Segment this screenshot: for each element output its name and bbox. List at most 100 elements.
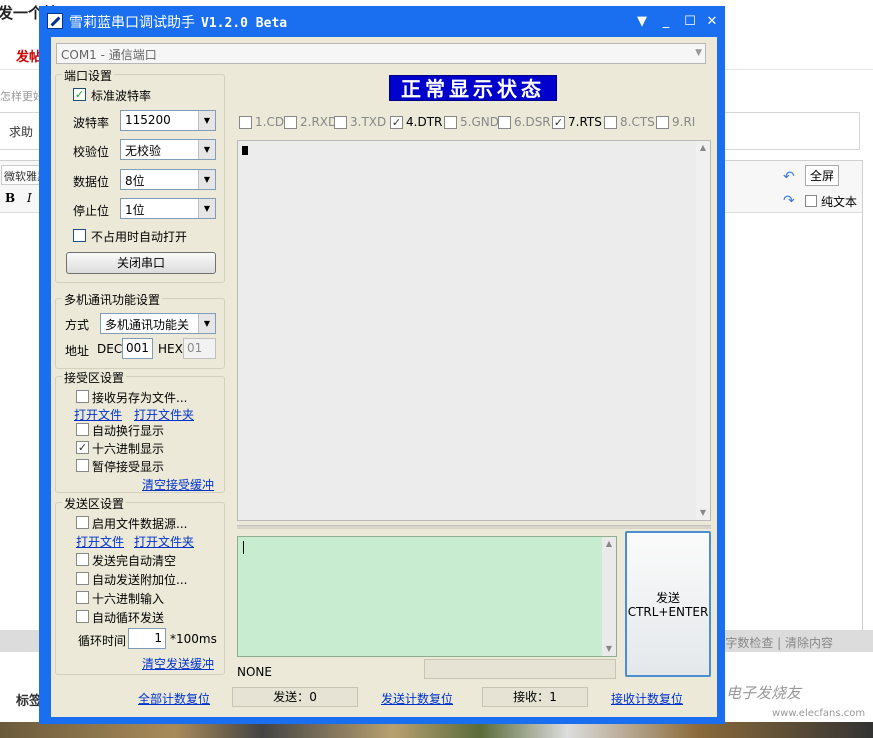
signal-rxd-checkbox[interactable] (284, 116, 297, 129)
data-bits-select[interactable]: 8位 ▼ (120, 169, 216, 190)
maximize-icon[interactable]: ☐ (681, 14, 699, 30)
auto-clear-checkbox[interactable] (76, 553, 89, 566)
signal-cts-checkbox[interactable] (604, 116, 617, 129)
redo-icon[interactable]: ↷ (783, 193, 795, 209)
send-open-file-link[interactable]: 打开文件 (76, 533, 124, 550)
recv-counter: 接收：1 (482, 687, 588, 707)
scroll-down-icon[interactable]: ▼ (602, 642, 616, 656)
open-folder-link[interactable]: 打开文件夹 (134, 406, 194, 423)
parity-select[interactable]: 无校验 ▼ (120, 139, 216, 160)
port-select[interactable]: COM1 - 通信端口 ▼ (56, 43, 706, 64)
mode-select[interactable]: 多机通讯功能关 ▼ (100, 313, 216, 334)
fullscreen-button[interactable]: 全屏 (805, 165, 840, 186)
signal-rts-label: 7.RTS (568, 115, 602, 129)
send-settings-group: 发送区设置 启用文件数据源... 打开文件 打开文件夹 发送完自动清空 自动发送… (55, 495, 225, 675)
receive-display-area[interactable]: ▲ ▼ (237, 140, 711, 521)
signal-cd-label: 1.CD (255, 115, 285, 129)
question-label: 求助 (9, 125, 34, 139)
signal-dtr-label: 4.DTR (406, 115, 443, 129)
cycle-time-input[interactable]: 1 (128, 628, 166, 649)
page-hint: 怎样更好 (0, 90, 44, 103)
text-caret (243, 541, 244, 554)
status-links[interactable]: 字数检查 | 清除内容 (725, 634, 833, 651)
append-bits-checkbox[interactable] (76, 572, 89, 585)
italic-button[interactable]: I (27, 191, 32, 205)
receive-scrollbar[interactable]: ▲ ▼ (696, 141, 710, 520)
title-bar[interactable]: 雪莉蓝串口调试助手 V1.2.0 Beta ▼ _ ☐ ✕ (39, 6, 725, 37)
file-source-checkbox[interactable] (76, 516, 89, 529)
auto-open-checkbox[interactable] (73, 229, 86, 242)
scroll-up-icon[interactable]: ▲ (696, 141, 710, 155)
append-bits-label: 自动发送附加位... (92, 573, 188, 587)
sent-counter-label: 发送： (273, 690, 310, 704)
pause-display-label: 暂停接受显示 (92, 460, 165, 474)
send-button-shortcut: CTRL+ENTER (627, 605, 709, 619)
scroll-down-icon[interactable]: ▼ (696, 506, 710, 520)
send-open-folder-link[interactable]: 打开文件夹 (134, 533, 194, 550)
menu-dropdown-icon[interactable]: ▼ (633, 14, 651, 30)
auto-clear-label: 发送完自动清空 (92, 554, 177, 568)
display-status-banner: 正常显示状态 (389, 75, 557, 101)
send-button[interactable]: 发送 CTRL+ENTER (625, 531, 711, 677)
chevron-down-icon: ▼ (198, 314, 215, 333)
bold-button[interactable]: B (5, 191, 15, 205)
signal-ri-checkbox[interactable] (656, 116, 669, 129)
auto-loop-label: 自动循环发送 (92, 611, 165, 625)
dec-address-input[interactable]: 001 (122, 338, 153, 359)
signal-rts-checkbox[interactable]: ✓ (552, 116, 565, 129)
auto-newline-label: 自动换行显示 (92, 424, 165, 438)
auto-loop-checkbox[interactable] (76, 610, 89, 623)
plain-text-checkbox[interactable] (805, 195, 817, 207)
stop-bits-value: 1位 (125, 203, 145, 217)
reset-recv-counter-link[interactable]: 接收计数复位 (611, 690, 683, 707)
reset-all-counters-link[interactable]: 全部计数复位 (138, 690, 210, 707)
recv-counter-value: 1 (549, 690, 557, 704)
clear-receive-link[interactable]: 清空接受缓冲 (142, 476, 214, 493)
hex-input-checkbox[interactable] (76, 591, 89, 604)
save-to-file-checkbox[interactable] (76, 390, 89, 403)
signal-dsr-label: 6.DSR (514, 115, 551, 129)
font-select[interactable]: 微软雅黑 (1, 165, 43, 185)
auto-newline-checkbox[interactable] (76, 423, 89, 436)
parity-value: 无校验 (125, 144, 162, 158)
signal-cd-checkbox[interactable] (239, 116, 252, 129)
pause-display-checkbox[interactable] (76, 459, 89, 472)
signal-rxd-label: 2.RXD (300, 115, 338, 129)
signal-gnd-checkbox[interactable] (444, 116, 457, 129)
port-select-value: COM1 - 通信端口 (61, 48, 157, 62)
scroll-up-icon[interactable]: ▲ (602, 537, 616, 551)
open-file-link[interactable]: 打开文件 (74, 406, 122, 423)
undo-icon[interactable]: ↶ (783, 169, 795, 185)
baud-select[interactable]: 115200 ▼ (120, 110, 216, 131)
chevron-down-icon: ▼ (198, 170, 215, 189)
multi-device-title: 多机通讯功能设置 (62, 291, 163, 308)
reset-sent-counter-link[interactable]: 发送计数复位 (381, 690, 453, 707)
close-port-button[interactable]: 关闭串口 (66, 252, 216, 274)
stop-bits-select[interactable]: 1位 ▼ (120, 198, 216, 219)
close-icon[interactable]: ✕ (703, 14, 721, 30)
signal-txd-checkbox[interactable] (334, 116, 347, 129)
mode-value: 多机通讯功能关 (105, 318, 190, 332)
watermark-url: www.elecfans.com (772, 708, 866, 719)
window-title: 雪莉蓝串口调试助手 (69, 15, 195, 31)
signal-ri-label: 9.RI (672, 115, 696, 129)
signal-txd-label: 3.TXD (350, 115, 387, 129)
dec-label: DEC (97, 342, 123, 356)
watermark-logo: 电子发烧友 (726, 684, 802, 702)
status-text: NONE (237, 665, 272, 679)
receive-cursor (242, 146, 248, 155)
signal-dsr-checkbox[interactable] (498, 116, 511, 129)
signal-dtr-checkbox[interactable]: ✓ (390, 116, 403, 129)
status-field (424, 659, 616, 679)
hex-input-label: 十六进制输入 (92, 592, 165, 606)
chevron-down-icon: ▼ (198, 140, 215, 159)
hex-display-checkbox[interactable]: ✓ (76, 441, 89, 454)
send-scrollbar[interactable]: ▲ ▼ (602, 537, 616, 656)
standard-baud-checkbox[interactable]: ✓ (73, 88, 86, 101)
parity-label: 校验位 (73, 145, 110, 159)
pane-splitter[interactable] (237, 525, 711, 529)
minimize-icon[interactable]: _ (657, 14, 675, 30)
send-input-area[interactable]: ▲ ▼ (237, 536, 617, 657)
address-label: 地址 (65, 344, 90, 358)
clear-send-link[interactable]: 清空发送缓冲 (142, 655, 214, 672)
